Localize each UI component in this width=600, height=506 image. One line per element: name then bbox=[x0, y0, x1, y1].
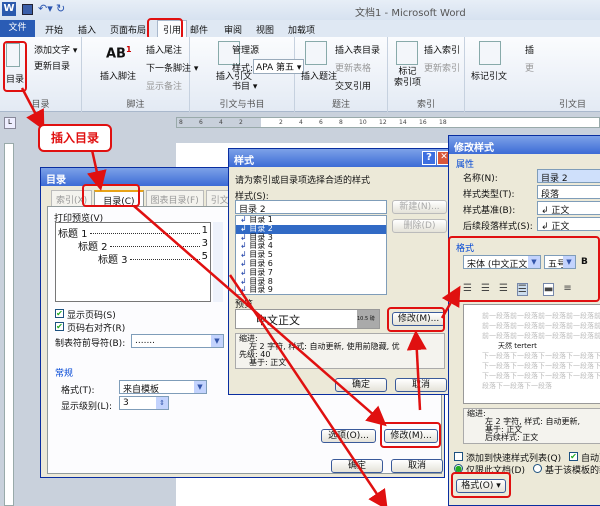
arrow bbox=[228, 274, 388, 506]
arrow bbox=[406, 330, 427, 411]
arrow bbox=[86, 149, 107, 191]
annotation-arrows bbox=[20, 87, 461, 506]
arrow bbox=[133, 205, 387, 427]
insert-toc-callout: 插入目录 bbox=[38, 124, 112, 152]
arrow bbox=[20, 87, 45, 131]
arrow bbox=[440, 285, 461, 319]
